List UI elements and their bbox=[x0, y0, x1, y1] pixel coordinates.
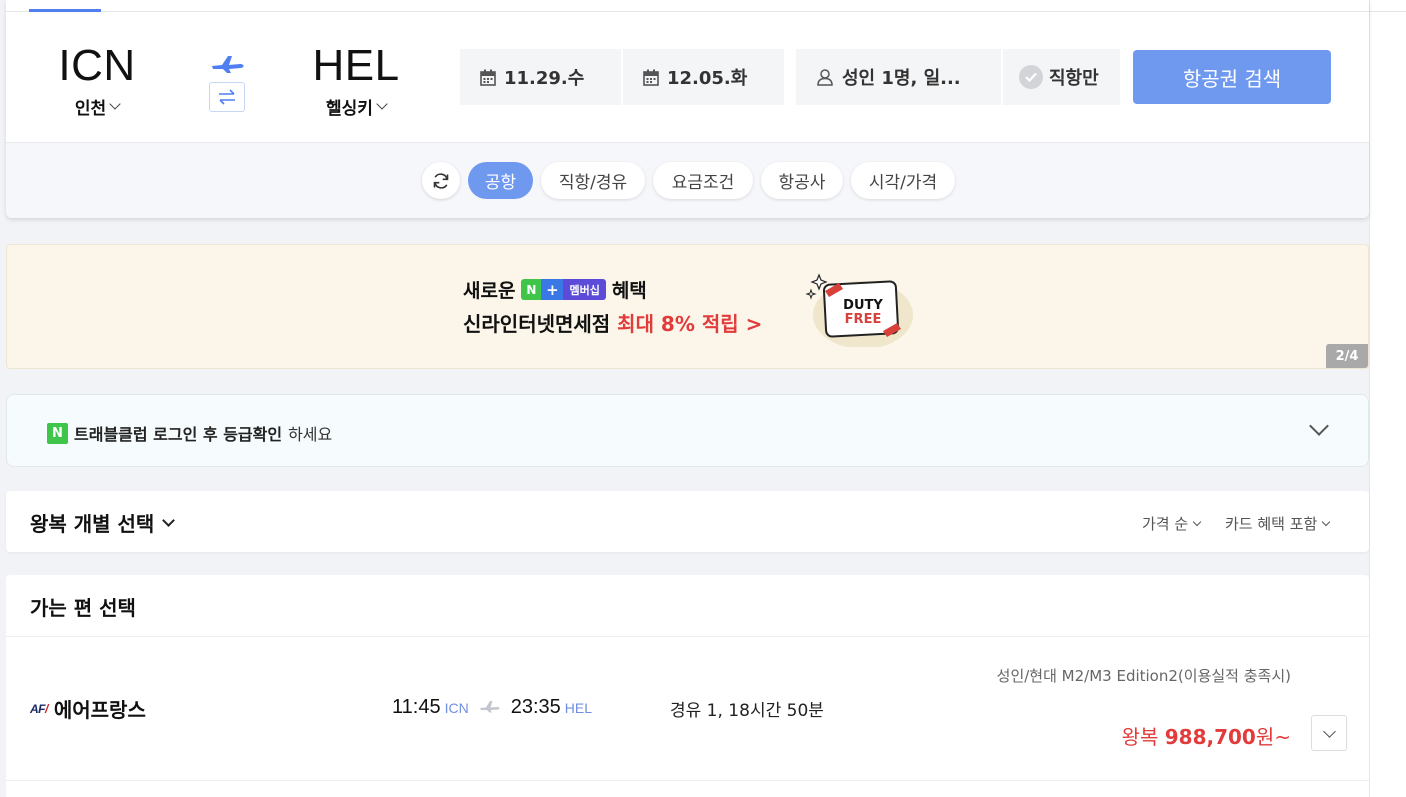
club-login-text: 트래블클럽 로그인 후 등급확인 bbox=[74, 425, 283, 444]
filter-chip-time-price[interactable]: 시각/가격 bbox=[851, 162, 955, 199]
banner-subline: 신라인터넷면세점 최대 8% 적립 > bbox=[463, 312, 763, 336]
swap-airports-button[interactable] bbox=[209, 82, 245, 112]
return-date-field[interactable]: 12.05.화 bbox=[623, 49, 784, 105]
air-france-logo-icon: AF/ bbox=[30, 701, 48, 716]
chevron-down-icon bbox=[1322, 517, 1331, 526]
airline-name: 에어프랑스 bbox=[53, 698, 146, 722]
flight-result-row[interactable]: AF/ 에어프랑스 11:45 ICN 23:35 HEL 경유 1, 18시간… bbox=[6, 637, 1369, 781]
swap-icon bbox=[219, 89, 235, 105]
airplane-icon bbox=[210, 52, 246, 74]
svg-text:DUTY: DUTY bbox=[843, 298, 883, 313]
banner-headline: 새로운 N + 멤버십 혜택 bbox=[463, 279, 647, 302]
card-discount-note: 성인/현대 M2/M3 Edition2(이용실적 충족시) bbox=[996, 667, 1291, 685]
destination-city-select[interactable]: 헬싱키 bbox=[326, 94, 388, 119]
roundtrip-mode-select[interactable]: 왕복 개별 선택 bbox=[30, 508, 176, 537]
direct-only-toggle[interactable]: 직항만 bbox=[1003, 49, 1120, 105]
airplane-icon bbox=[479, 699, 501, 713]
destination-code: HEL bbox=[312, 41, 400, 90]
expand-flight-button[interactable] bbox=[1311, 715, 1347, 751]
outbound-flights-section: 가는 편 선택 AF/ 에어프랑스 11:45 ICN 23:35 HEL 경유… bbox=[6, 575, 1369, 797]
chevron-down-icon bbox=[162, 513, 176, 527]
refresh-icon bbox=[433, 172, 449, 189]
svg-text:FREE: FREE bbox=[845, 312, 882, 327]
active-tab-indicator bbox=[29, 9, 101, 12]
origin-code: ICN bbox=[58, 41, 136, 90]
person-icon bbox=[816, 68, 834, 86]
naver-plus-badge: N + 멤버십 bbox=[521, 279, 606, 300]
search-flights-button[interactable]: 항공권 검색 bbox=[1133, 50, 1331, 104]
filter-chip-direct-stops[interactable]: 직항/경유 bbox=[541, 162, 645, 199]
card-benefit-dropdown[interactable]: 카드 혜택 포함 bbox=[1225, 513, 1331, 534]
club-rest-text: 하세요 bbox=[288, 425, 333, 444]
check-circle-icon bbox=[1019, 65, 1043, 89]
destination-airport[interactable]: HEL 헬싱키 bbox=[301, 40, 411, 119]
reset-filters-button[interactable] bbox=[422, 162, 460, 199]
naver-logo-icon: N bbox=[47, 422, 68, 444]
sort-price-dropdown[interactable]: 가격 순 bbox=[1142, 513, 1202, 534]
calendar-icon bbox=[480, 69, 496, 86]
flight-search-panel: ICN 인천 HEL 헬싱키 11.29.수 12.05.화 성인 1명, 일.… bbox=[6, 0, 1369, 218]
airline: AF/ 에어프랑스 bbox=[30, 694, 146, 723]
fare-price: 왕복 988,700원~ bbox=[1121, 725, 1291, 749]
filter-chip-fare[interactable]: 요금조건 bbox=[653, 162, 753, 199]
page-scrollbar[interactable] bbox=[1369, 0, 1406, 797]
flight-times: 11:45 ICN 23:35 HEL bbox=[392, 696, 592, 718]
chevron-down-icon bbox=[109, 98, 121, 110]
chevron-down-icon bbox=[376, 98, 388, 110]
section-title: 가는 편 선택 bbox=[30, 596, 136, 620]
selection-mode-bar: 왕복 개별 선택 가격 순 카드 혜택 포함 bbox=[6, 491, 1369, 552]
origin-airport[interactable]: ICN 인천 bbox=[42, 40, 152, 119]
banner-page-indicator: 2/4 bbox=[1326, 344, 1368, 368]
promo-banner[interactable]: 새로운 N + 멤버십 혜택 신라인터넷면세점 최대 8% 적립 > DUTY FR… bbox=[6, 244, 1369, 369]
stops-duration: 경유 1, 18시간 50분 bbox=[670, 701, 824, 721]
origin-city-select[interactable]: 인천 bbox=[75, 94, 121, 119]
chevron-down-icon bbox=[1322, 724, 1336, 738]
chevron-down-icon[interactable] bbox=[1309, 416, 1329, 436]
chevron-down-icon bbox=[1192, 517, 1202, 526]
duty-free-illustration: DUTY FREE bbox=[805, 273, 913, 347]
tab-divider bbox=[6, 11, 1369, 12]
filter-chip-airline[interactable]: 항공사 bbox=[761, 162, 843, 199]
filter-chip-airport[interactable]: 공항 bbox=[468, 162, 533, 199]
travel-club-login-box[interactable]: N 트래블클럽 로그인 후 등급확인 하세요 bbox=[6, 394, 1369, 467]
calendar-icon bbox=[643, 69, 659, 86]
filter-bar: 공항 직항/경유 요금조건 항공사 시각/가격 bbox=[6, 142, 1369, 218]
passengers-field[interactable]: 성인 1명, 일... bbox=[796, 49, 1001, 105]
depart-date-field[interactable]: 11.29.수 bbox=[460, 49, 621, 105]
